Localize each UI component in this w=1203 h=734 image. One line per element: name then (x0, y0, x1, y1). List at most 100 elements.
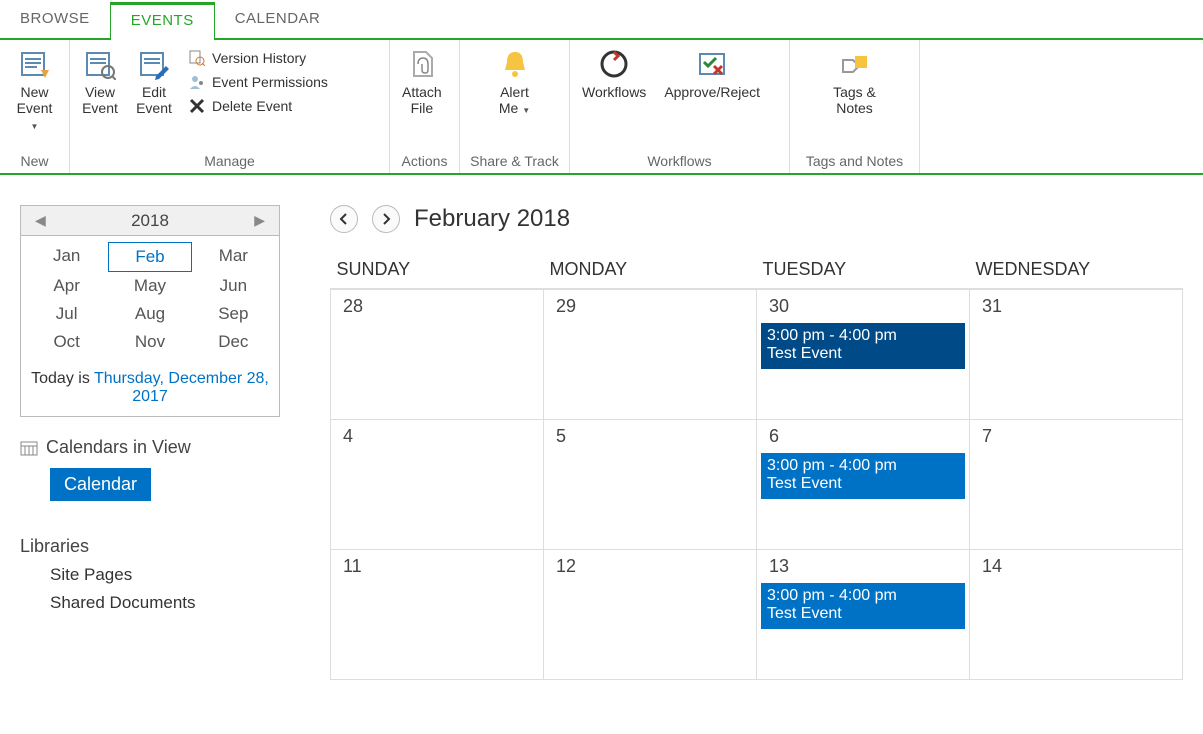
mini-month-apr[interactable]: Apr (25, 272, 108, 300)
ribbon-group-manage: ViewEvent EditEvent Version History (70, 40, 390, 173)
mini-month-sep[interactable]: Sep (192, 300, 275, 328)
new-event-label: NewEvent ▼ (12, 84, 57, 132)
version-history-button[interactable]: Version History (184, 46, 332, 70)
calendar-cell[interactable]: 4 (331, 419, 544, 549)
day-number: 13 (757, 550, 969, 581)
calendar-cell[interactable]: 11 (331, 549, 544, 679)
alert-me-label: AlertMe ▼ (499, 84, 530, 116)
calendar-grid: SUNDAYMONDAYTUESDAYWEDNESDAY 2829303:00 … (330, 251, 1183, 680)
day-number: 30 (757, 290, 969, 321)
event-permissions-icon (188, 73, 206, 91)
mini-month-feb[interactable]: Feb (108, 242, 191, 272)
libraries-header: Libraries (20, 536, 290, 557)
event-time: 3:00 pm - 4:00 pm (767, 327, 959, 345)
calendar-cell[interactable]: 5 (544, 419, 757, 549)
mini-month-mar[interactable]: Mar (192, 242, 275, 272)
event-title: Test Event (767, 605, 959, 623)
version-history-icon (188, 49, 206, 67)
mini-next-year[interactable]: ▶ (248, 210, 271, 231)
ribbon-group-new-label: New (6, 151, 63, 171)
calendar-cell[interactable]: 63:00 pm - 4:00 pmTest Event (757, 419, 970, 549)
library-link-shared-documents[interactable]: Shared Documents (20, 585, 290, 613)
mini-month-dec[interactable]: Dec (192, 328, 275, 356)
ribbon-group-tags: Tags &Notes Tags and Notes (790, 40, 920, 173)
calendar-cell[interactable]: 14 (970, 549, 1183, 679)
mini-month-jun[interactable]: Jun (192, 272, 275, 300)
event-permissions-label: Event Permissions (212, 74, 328, 90)
tab-browse[interactable]: BROWSE (0, 0, 110, 38)
mini-month-aug[interactable]: Aug (108, 300, 191, 328)
tab-calendar[interactable]: CALENDAR (215, 0, 341, 38)
event-time: 3:00 pm - 4:00 pm (767, 587, 959, 605)
mini-today: Today is Thursday, December 28, 2017 (21, 362, 279, 416)
edit-event-button[interactable]: EditEvent (130, 44, 178, 118)
delete-event-button[interactable]: Delete Event (184, 94, 332, 118)
calendar-cell[interactable]: 28 (331, 289, 544, 419)
delete-event-icon (188, 97, 206, 115)
ribbon-group-manage-label: Manage (76, 151, 383, 171)
calendar-cell[interactable]: 31 (970, 289, 1183, 419)
ribbon-group-actions: AttachFile Actions (390, 40, 460, 173)
day-number: 14 (970, 550, 1182, 581)
attach-file-label: AttachFile (402, 84, 442, 116)
calendar-cell[interactable]: 303:00 pm - 4:00 pmTest Event (757, 289, 970, 419)
library-link-site-pages[interactable]: Site Pages (20, 557, 290, 585)
event-title: Test Event (767, 475, 959, 493)
mini-prev-year[interactable]: ◀ (29, 210, 52, 231)
mini-today-link[interactable]: Thursday, December 28, 2017 (94, 370, 269, 405)
calendar-cell[interactable]: 29 (544, 289, 757, 419)
calendar-cell[interactable]: 7 (970, 419, 1183, 549)
tags-notes-icon (837, 46, 873, 82)
ribbon-group-share: AlertMe ▼ Share & Track (460, 40, 570, 173)
new-event-icon (17, 46, 53, 82)
view-event-label: ViewEvent (82, 84, 118, 116)
calendar-title: February 2018 (414, 205, 570, 233)
mini-month-nov[interactable]: Nov (108, 328, 191, 356)
event-title: Test Event (767, 345, 959, 363)
calendar-overlay-button[interactable]: Calendar (50, 468, 151, 501)
mini-month-grid: JanFebMar AprMayJun JulAugSep OctNovDec (21, 236, 279, 362)
calendar-event[interactable]: 3:00 pm - 4:00 pmTest Event (761, 323, 965, 369)
day-number: 28 (331, 290, 543, 321)
calendar-cell[interactable]: 133:00 pm - 4:00 pmTest Event (757, 549, 970, 679)
day-number: 31 (970, 290, 1182, 321)
day-number: 12 (544, 550, 756, 581)
workflows-icon (596, 46, 632, 82)
mini-month-may[interactable]: May (108, 272, 191, 300)
approve-reject-label: Approve/Reject (664, 84, 760, 100)
tab-events[interactable]: EVENTS (110, 2, 215, 40)
mini-month-jan[interactable]: Jan (25, 242, 108, 272)
workflows-label: Workflows (582, 84, 646, 100)
edit-event-icon (136, 46, 172, 82)
version-history-label: Version History (212, 50, 306, 66)
day-number: 7 (970, 420, 1182, 451)
alert-me-icon (497, 46, 533, 82)
ribbon-tabs: BROWSE EVENTS CALENDAR (0, 0, 1203, 40)
alert-me-button[interactable]: AlertMe ▼ (491, 44, 539, 118)
calendar-cell[interactable]: 12 (544, 549, 757, 679)
calendar-overlay-icon (20, 439, 38, 457)
calendar-event[interactable]: 3:00 pm - 4:00 pmTest Event (761, 583, 965, 629)
mini-month-jul[interactable]: Jul (25, 300, 108, 328)
calendars-in-view: Calendars in View Calendar (20, 437, 290, 501)
event-permissions-button[interactable]: Event Permissions (184, 70, 332, 94)
ribbon-group-share-label: Share & Track (466, 151, 563, 171)
workflows-button[interactable]: Workflows (576, 44, 652, 102)
day-number: 11 (331, 550, 543, 581)
new-event-button[interactable]: NewEvent ▼ (6, 44, 63, 134)
mini-month-oct[interactable]: Oct (25, 328, 108, 356)
view-event-button[interactable]: ViewEvent (76, 44, 124, 118)
mini-year-picker: ◀ 2018 ▶ JanFebMarAprMayJunJulAugSepOctN… (20, 205, 280, 417)
approve-reject-button[interactable]: Approve/Reject (658, 44, 766, 102)
attach-file-button[interactable]: AttachFile (396, 44, 448, 118)
calendars-in-view-label: Calendars in View (46, 437, 191, 458)
calendar-next-month[interactable] (372, 205, 400, 233)
tags-notes-button[interactable]: Tags &Notes (827, 44, 882, 118)
calendar-event[interactable]: 3:00 pm - 4:00 pmTest Event (761, 453, 965, 499)
delete-event-label: Delete Event (212, 98, 292, 114)
ribbon-group-tags-label: Tags and Notes (796, 151, 913, 171)
attach-file-icon (404, 46, 440, 82)
ribbon-group-workflows: Workflows Approve/Reject Workflows (570, 40, 790, 173)
day-header: TUESDAY (757, 251, 970, 289)
calendar-prev-month[interactable] (330, 205, 358, 233)
